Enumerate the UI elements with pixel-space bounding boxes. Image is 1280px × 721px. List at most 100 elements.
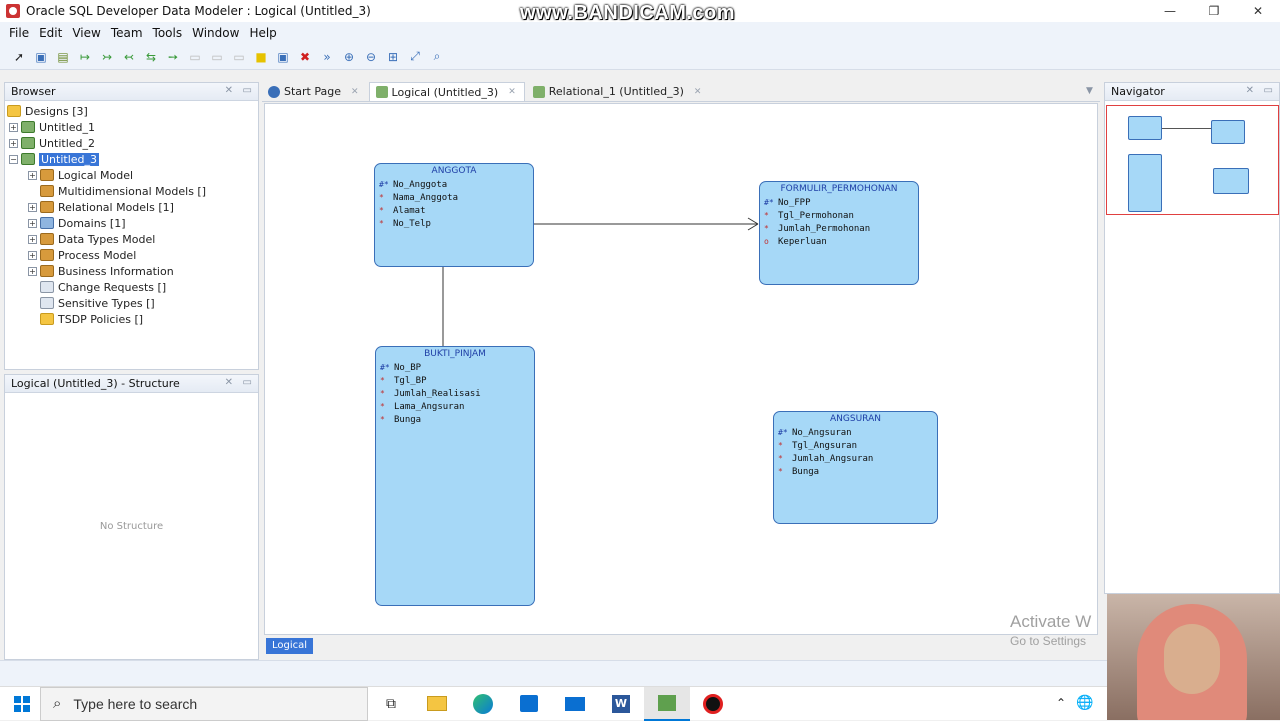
browser-title: Browser (11, 85, 56, 98)
tab-list-icon[interactable]: ▼ (1086, 86, 1093, 96)
tree-item-process-model[interactable]: + Process Model (7, 247, 258, 263)
minimize-button[interactable]: — (1148, 0, 1192, 22)
expand-icon[interactable]: + (28, 234, 37, 244)
tree-item-domains[interactable]: + Domains [1] (7, 215, 258, 231)
mail-icon[interactable] (552, 687, 598, 721)
close-tab-icon[interactable]: ✕ (694, 87, 702, 97)
expand-icon[interactable]: + (28, 250, 37, 260)
menu-file[interactable]: File (9, 26, 29, 40)
note-icon[interactable]: ▭ (186, 48, 204, 66)
tree-item-change-requests[interactable]: Change Requests [] (7, 279, 258, 295)
expand-icon[interactable]: + (28, 218, 37, 228)
browser-panel: Browser ✕ ▭ Designs [3] + Untitled_1 + U… (4, 82, 259, 370)
presenter-face (1164, 624, 1220, 694)
tree-item-designs[interactable]: Designs [3] (7, 103, 258, 119)
tree-item-sensitive-types[interactable]: Sensitive Types [] (7, 295, 258, 311)
network-icon[interactable]: 🌐 (1076, 695, 1093, 711)
close-tab-icon[interactable]: ✕ (351, 87, 359, 97)
attribute-name: Jumlah_Angsuran (792, 453, 874, 464)
navigator-viewport[interactable] (1106, 105, 1279, 215)
tree-label: Business Information (58, 264, 174, 278)
file-explorer-icon[interactable] (414, 687, 460, 721)
sql-developer-icon[interactable] (644, 686, 690, 721)
zoom-out-icon[interactable]: ⊖ (362, 48, 380, 66)
edge-icon[interactable] (460, 687, 506, 721)
new-view-icon[interactable]: ▤ (54, 48, 72, 66)
menu-help[interactable]: Help (249, 26, 276, 40)
tab-logical[interactable]: Logical (Untitled_3) ✕ (368, 82, 525, 101)
panel-controls-icon[interactable]: ✕ ▭ (225, 85, 252, 96)
entity-anggota[interactable]: ANGGOTA #* No_Anggota * Nama_Anggota * Alam… (374, 163, 534, 267)
tree-item-untitled-2[interactable]: + Untitled_2 (7, 135, 258, 151)
tree-item-logical-model[interactable]: + Logical Model (7, 167, 258, 183)
tree-label: Logical Model (58, 168, 134, 182)
zoom-in-icon[interactable]: ⊕ (340, 48, 358, 66)
expand-icon[interactable]: + (28, 266, 37, 276)
navigator-title: Navigator (1111, 85, 1165, 98)
tree-item-data-types[interactable]: + Data Types Model (7, 231, 258, 247)
entity-angsuran[interactable]: ANGSURAN #* No_Angsuran * Tgl_Angsuran * Ju… (773, 411, 938, 524)
note-yellow-icon[interactable]: ■ (252, 48, 270, 66)
tree-item-untitled-3[interactable]: − Untitled_3 (7, 151, 258, 167)
arc-icon[interactable]: ➙ (164, 48, 182, 66)
new-entity-icon[interactable]: ▣ (32, 48, 50, 66)
close-window-button[interactable]: ✕ (1236, 0, 1280, 22)
expand-icon[interactable]: + (28, 202, 37, 212)
tab-start-page[interactable]: Start Page ✕ (262, 82, 367, 101)
collapse-icon[interactable]: − (9, 154, 18, 164)
relation-m-n-icon[interactable]: ⇆ (142, 48, 160, 66)
bandicam-icon[interactable] (690, 687, 736, 721)
picture-icon[interactable]: ▭ (208, 48, 226, 66)
find-icon[interactable]: ⌕ (428, 48, 446, 66)
menu-edit[interactable]: Edit (39, 26, 62, 40)
mandatory-marker: * (379, 193, 384, 202)
entity-formulir-permohonan[interactable]: FORMULIR_PERMOHONAN #* No_FPP * Tgl_Permoh… (759, 181, 919, 285)
menu-team[interactable]: Team (111, 26, 143, 40)
default-size-icon[interactable]: ⤢ (406, 48, 424, 66)
expand-icon[interactable]: + (28, 170, 37, 180)
attribute-name: Bunga (394, 414, 422, 425)
menu-view[interactable]: View (72, 26, 100, 40)
mandatory-marker: * (380, 402, 385, 411)
restore-button[interactable]: ❐ (1192, 0, 1236, 22)
tree-item-multidimensional[interactable]: Multidimensional Models [] (7, 183, 258, 199)
entity-bukti-pinjam[interactable]: BUKTI_PINJAM #* No_BP * Tgl_BP * Jumlah_Rea… (375, 346, 535, 606)
taskbar-search[interactable]: ⌕ Type here to search (40, 686, 368, 721)
picture-frame-icon[interactable]: ▣ (274, 48, 292, 66)
panel-controls-icon[interactable]: ✕ ▭ (225, 377, 252, 388)
relation-n-1-icon[interactable]: ↢ (120, 48, 138, 66)
status-tab-logical[interactable]: Logical (266, 638, 314, 654)
menu-tools[interactable]: Tools (153, 26, 183, 40)
folder-icon[interactable]: ▭ (230, 48, 248, 66)
diagram-canvas[interactable]: ANGGOTA #* No_Anggota * Nama_Anggota * Alam… (264, 103, 1098, 635)
select-icon[interactable]: ➚ (10, 48, 28, 66)
delete-icon[interactable]: ✖ (296, 48, 314, 66)
tree-item-tsdp-policies[interactable]: TSDP Policies [] (7, 311, 258, 327)
word-icon[interactable]: W (598, 687, 644, 721)
tab-relational[interactable]: Relational_1 (Untitled_3) ✕ (527, 82, 710, 101)
panel-controls-icon[interactable]: ✕ ▭ (1246, 85, 1273, 96)
tray-chevron-icon[interactable]: ⌃ (1056, 696, 1066, 710)
design-icon (21, 137, 35, 149)
store-icon[interactable] (506, 687, 552, 721)
expand-icon[interactable]: + (9, 138, 18, 148)
expand-icon[interactable]: + (9, 122, 18, 132)
design-icon (532, 85, 545, 98)
relation-1-n-icon[interactable]: ↣ (98, 48, 116, 66)
design-icon (375, 86, 388, 98)
menu-window[interactable]: Window (192, 26, 239, 40)
tree-item-business-info[interactable]: + Business Information (7, 263, 258, 279)
attribute-name: Nama_Anggota (393, 192, 459, 203)
relation-1-1-icon[interactable]: ↦ (76, 48, 94, 66)
browser-header: Browser ✕ ▭ (5, 83, 258, 101)
engineer-icon[interactable]: » (318, 48, 336, 66)
close-tab-icon[interactable]: ✕ (508, 87, 516, 97)
tree-item-relational[interactable]: + Relational Models [1] (7, 199, 258, 215)
windows-start-icon[interactable] (14, 696, 30, 712)
fit-icon[interactable]: ⊞ (384, 48, 402, 66)
attribute-name: Tgl_Permohonan (778, 210, 854, 221)
tree-item-untitled-1[interactable]: + Untitled_1 (7, 119, 258, 135)
task-view-icon[interactable]: ⧉ (368, 687, 414, 721)
attribute-name: No_Telp (393, 218, 431, 229)
taskbar: ⌕ Type here to search ⧉ W ⌃ 🌐 (0, 686, 1280, 721)
